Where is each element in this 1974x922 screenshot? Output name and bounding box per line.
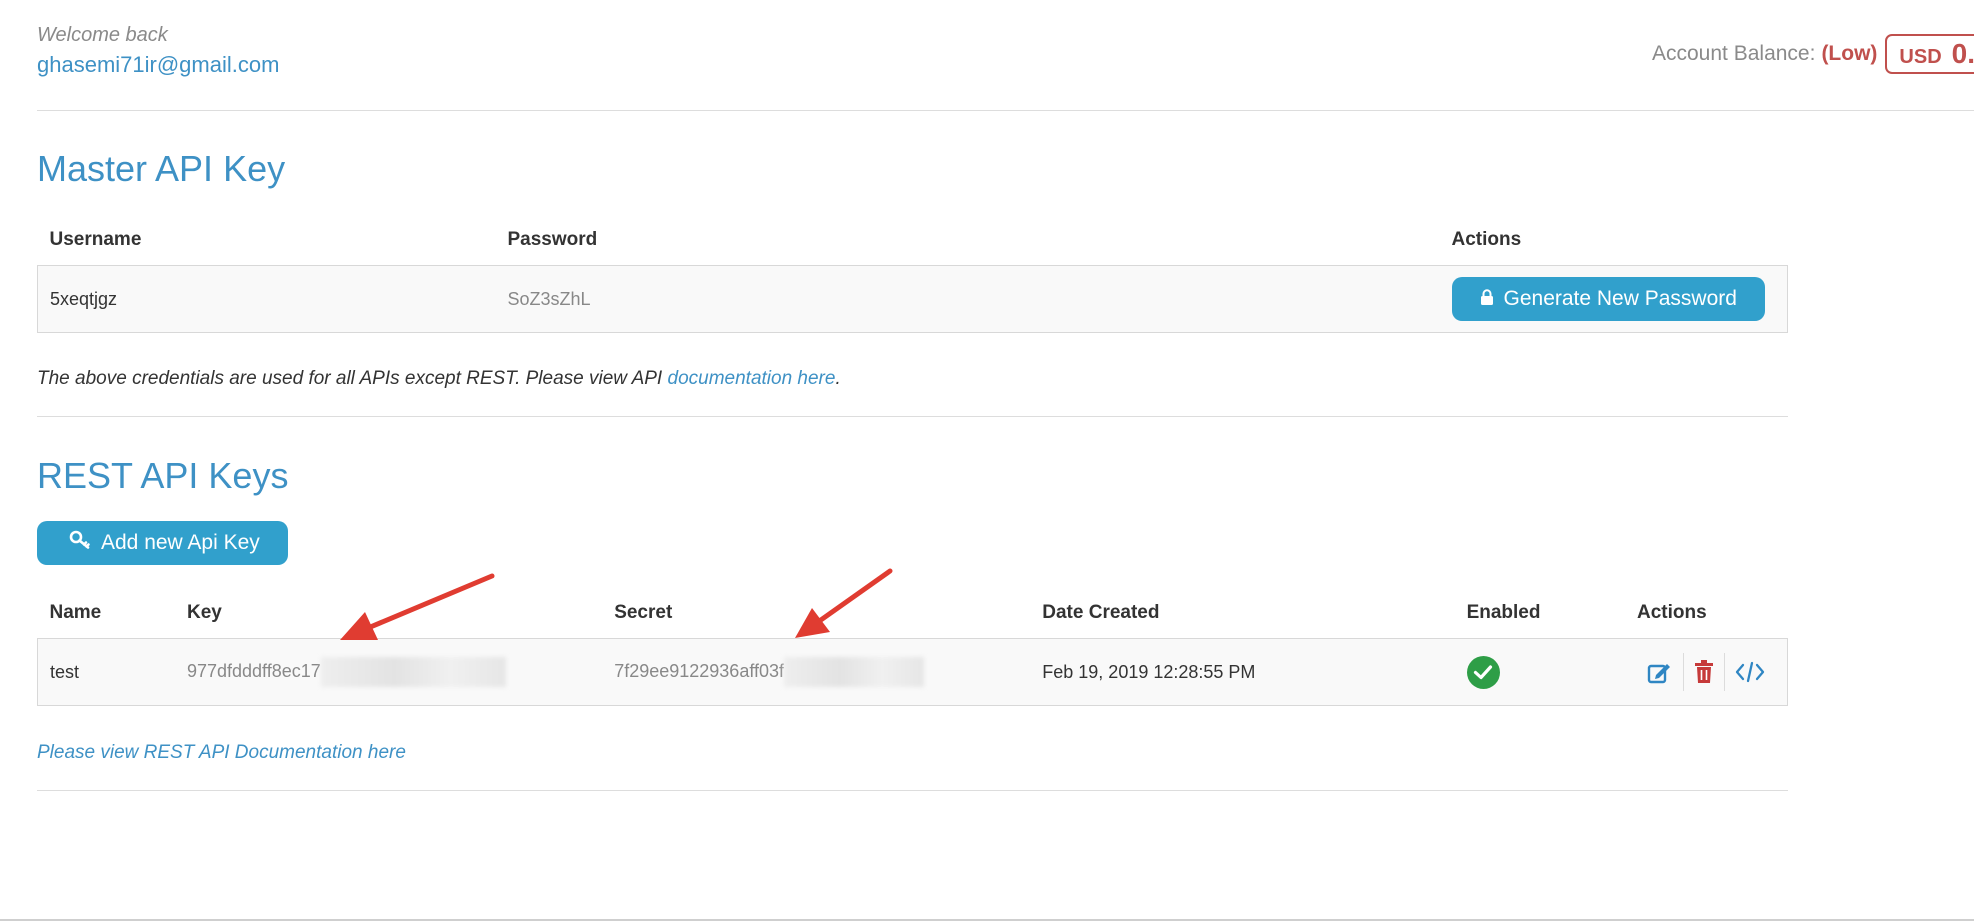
master-key-table: Username Password Actions 5xeqtjgz SoZ3s… [37, 215, 1788, 333]
api-secret-value: 7f29ee9122936aff03f [614, 660, 785, 681]
master-api-key-title: Master API Key [37, 148, 286, 189]
redacted-secret-area [784, 657, 925, 687]
rest-keys-table: Name Key Secret Date Created Enabled Act… [36, 588, 1788, 706]
rest-api-keys-title: REST API Keys [37, 455, 289, 496]
master-note-end: . [835, 368, 841, 389]
welcome-text: Welcome back [37, 24, 168, 46]
page-bottom-border [0, 919, 1974, 921]
check-circle-icon [1466, 655, 1500, 689]
add-new-api-key-button[interactable]: Add new Api Key [37, 521, 288, 565]
column-header-secret: Secret [614, 602, 673, 623]
key-name: test [36, 638, 175, 706]
generate-new-password-button[interactable]: Generate New Password [1451, 277, 1765, 321]
column-header-enabled: Enabled [1466, 602, 1541, 623]
master-note-text: The above credentials are used for all A… [37, 368, 668, 389]
column-header-key: Key [186, 602, 222, 623]
api-documentation-link[interactable]: documentation here [668, 368, 836, 389]
redacted-key-area [320, 657, 506, 687]
add-new-api-key-label: Add new Api Key [101, 531, 260, 554]
column-header-actions: Actions [1637, 602, 1707, 623]
annotation-arrows [340, 568, 893, 640]
table-row: 5xeqtjgz SoZ3sZhL Generate New Password [37, 265, 1788, 333]
balance-status: (Low) [1821, 42, 1878, 65]
balance-badge[interactable]: USD 0.0 [1885, 34, 1974, 74]
row-actions [1637, 653, 1775, 691]
key-icon [69, 530, 91, 556]
balance-amount: 0.0 [1951, 38, 1974, 69]
account-balance: Account Balance: (Low) USD 0.0 [1652, 34, 1974, 74]
date-created: Feb 19, 2019 12:28:55 PM [1030, 638, 1455, 706]
column-header-actions: Actions [1451, 229, 1522, 250]
api-key-value: 977dfdddff8ec17 [186, 660, 321, 681]
master-password: SoZ3sZhL [495, 265, 1440, 333]
column-header-date-created: Date Created [1042, 602, 1160, 623]
column-header-name: Name [49, 602, 102, 623]
lock-icon [1480, 287, 1494, 311]
master-username: 5xeqtjgz [37, 265, 496, 333]
balance-label: Account Balance: [1652, 42, 1816, 65]
section-divider [37, 416, 1788, 417]
column-header-password: Password [507, 229, 598, 250]
column-header-username: Username [49, 229, 142, 250]
code-icon[interactable] [1724, 653, 1775, 691]
balance-currency: USD [1899, 46, 1942, 68]
rest-api-documentation-link[interactable]: Please view REST API Documentation here [37, 742, 406, 764]
user-email-link[interactable]: ghasemi71ir@gmail.com [37, 52, 279, 78]
generate-new-password-label: Generate New Password [1503, 287, 1737, 310]
table-row: test 977dfdddff8ec17 7f29ee9122936aff03f… [36, 638, 1788, 706]
trash-icon[interactable] [1683, 653, 1724, 691]
master-key-note: The above credentials are used for all A… [37, 368, 841, 390]
header-divider [37, 110, 1974, 111]
section-divider [37, 790, 1788, 791]
edit-icon[interactable] [1637, 653, 1683, 691]
